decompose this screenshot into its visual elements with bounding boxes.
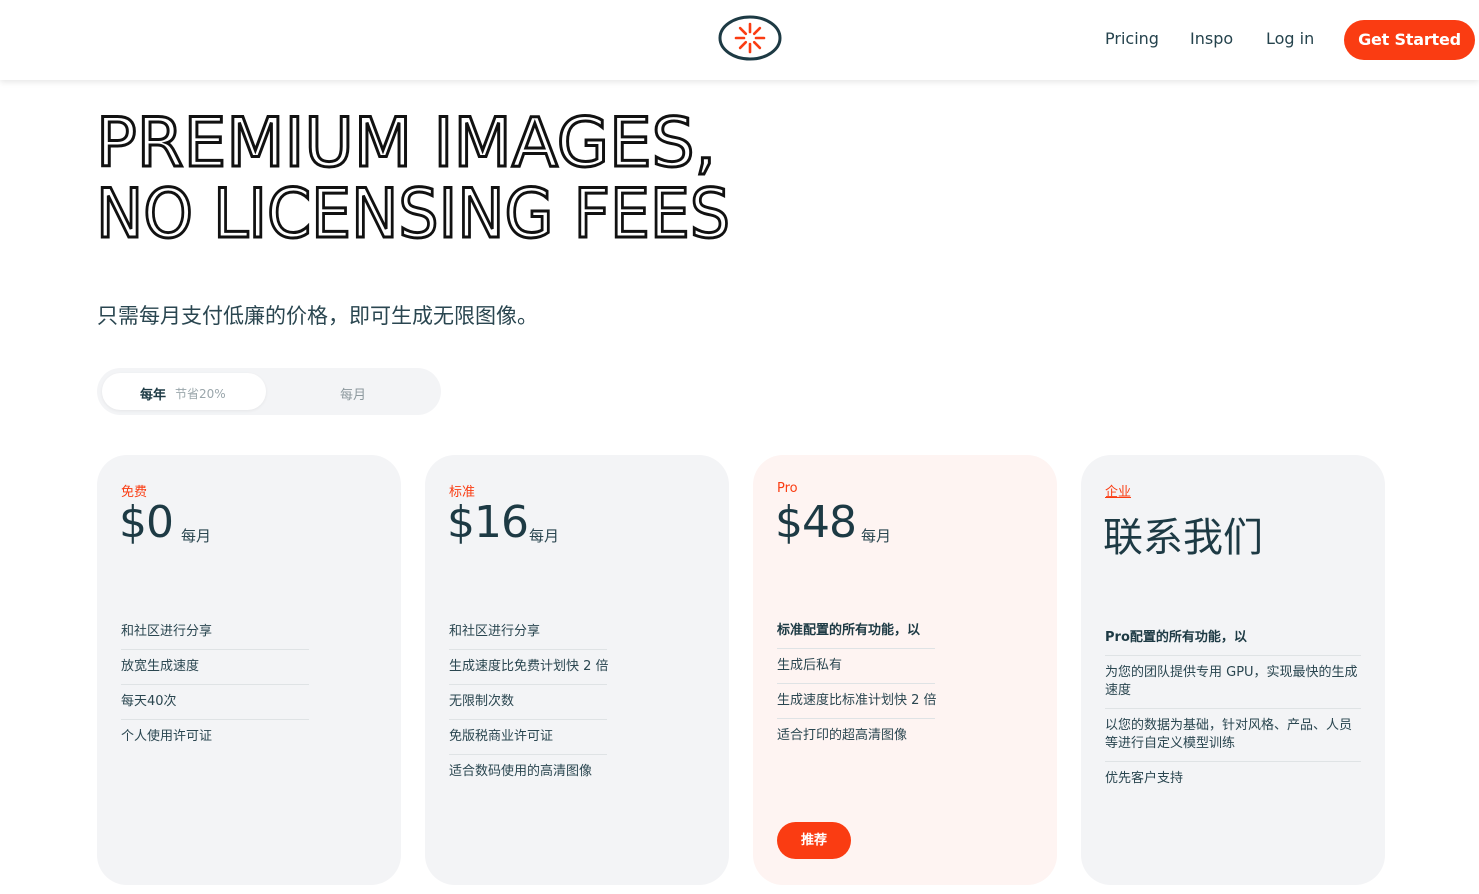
site-header: Pricing Inspo Log in Get Started [0,0,1479,80]
plan-card-standard[interactable]: 标准 $16 每月 和社区进行分享 生成速度比免费计划快 2 倍 无限制次数 免… [425,455,729,885]
nav-pricing-link[interactable]: Pricing [1105,29,1159,49]
hero-subtitle: 只需每月支付低廉的价格，即可生成无限图像。 [97,304,538,328]
hero-line-1: PREMIUM IMAGES, [96,104,716,183]
feature-item: 为您的团队提供专用 GPU，实现最快的生成速度 [1105,656,1361,709]
feature-item: 生成速度比标准计划快 2 倍 [777,684,937,719]
plan-feature-list: 和社区进行分享 放宽生成速度 每天40次 个人使用许可证 [121,615,309,754]
feature-heading: 标准配置的所有功能，以 [777,614,935,649]
feature-item: 和社区进行分享 [121,615,309,650]
get-started-button[interactable]: Get Started [1344,20,1475,60]
billing-toggle[interactable]: 每年 节省20% 每月 [97,368,441,415]
plan-tier[interactable]: 企业 [1105,481,1131,500]
feature-heading: Pro配置的所有功能，以 [1105,621,1361,656]
plan-price: $48 [775,497,857,548]
nav-inspo-link[interactable]: Inspo [1190,29,1233,49]
feature-item: 免版税商业许可证 [449,720,607,755]
feature-item: 无限制次数 [449,685,607,720]
feature-item: 生成后私有 [777,649,935,684]
plan-period: 每月 [529,527,560,545]
feature-item: 生成速度比免费计划快 2 倍 [449,650,609,685]
plan-feature-list: 标准配置的所有功能，以 生成后私有 生成速度比标准计划快 2 倍 适合打印的超高… [777,614,937,753]
feature-item: 优先客户支持 [1105,771,1184,786]
plan-feature-list: Pro配置的所有功能，以 为您的团队提供专用 GPU，实现最快的生成速度 以您的… [1105,621,1361,796]
brand-logo[interactable] [718,14,782,62]
feature-item: 以您的数据为基础，针对风格、产品、人员等进行自定义模型训练 [1105,709,1361,762]
plan-card-free[interactable]: 免费 $0 每月 和社区进行分享 放宽生成速度 每天40次 个人使用许可证 [97,455,401,885]
feature-item: 和社区进行分享 [449,615,607,650]
yearly-savings-badge: 节省20% [175,387,226,401]
plan-price: $16 [447,497,529,548]
toggle-yearly-option[interactable]: 每年 [140,384,166,403]
hero-line-2: NO LICENSING FEES [96,175,730,250]
feature-item: 放宽生成速度 [121,650,309,685]
hero-headline: PREMIUM IMAGES, NO LICENSING FEES [96,103,732,251]
nav-login-link[interactable]: Log in [1266,29,1314,49]
feature-item: 个人使用许可证 [121,729,213,744]
recommended-button[interactable]: 推荐 [777,822,851,859]
feature-item: 适合打印的超高清图像 [777,728,908,743]
plan-period: 每月 [181,527,212,545]
plan-feature-list: 和社区进行分享 生成速度比免费计划快 2 倍 无限制次数 免版税商业许可证 适合… [449,615,609,789]
toggle-monthly-option[interactable]: 每月 [340,384,366,403]
plan-price: $0 [119,497,174,548]
feature-item: 每天40次 [121,685,309,720]
contact-us-heading[interactable]: 联系我们 [1103,505,1263,563]
plan-card-enterprise[interactable]: 企业 联系我们 Pro配置的所有功能，以 为您的团队提供专用 GPU，实现最快的… [1081,455,1385,885]
feature-item: 适合数码使用的高清图像 [449,764,593,779]
plan-period: 每月 [861,527,892,545]
plan-card-pro[interactable]: Pro $48 每月 标准配置的所有功能，以 生成后私有 生成速度比标准计划快 … [753,455,1057,885]
plan-tier: Pro [777,481,798,496]
